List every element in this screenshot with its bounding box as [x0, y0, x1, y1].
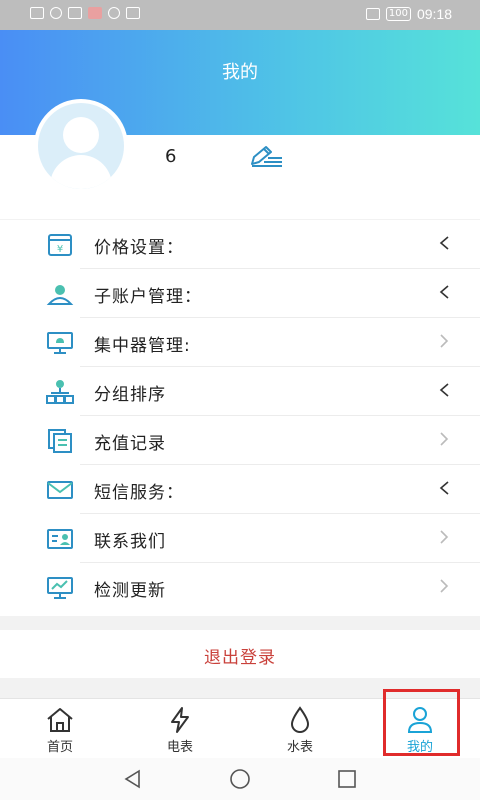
menu-item-contact[interactable]: 联系我们 — [0, 514, 480, 563]
group-icon — [46, 380, 74, 404]
recents-icon[interactable] — [336, 768, 358, 790]
menu-item-concentrator[interactable]: 集中器管理: — [0, 318, 480, 367]
status-icons-left — [30, 7, 140, 19]
logout-label: 退出登录 — [204, 648, 276, 668]
menu-item-group-sort[interactable]: 分组排序 — [0, 367, 480, 416]
settings-menu: ¥ 价格设置： 子账户管理： 集中器管理: 分组排序 充值记录 短信服务： 联系… — [0, 220, 480, 616]
message-icon — [126, 7, 140, 19]
username: 6 — [165, 146, 177, 167]
home-icon — [47, 708, 73, 732]
menu-item-price[interactable]: ¥ 价格设置： — [0, 220, 480, 269]
chevron-left-icon[interactable] — [438, 380, 450, 400]
contact-icon — [47, 529, 73, 549]
tab-label: 电表 — [166, 740, 193, 755]
notification-icon — [30, 7, 44, 19]
menu-label: 子账户管理： — [94, 287, 202, 307]
chevron-left-icon[interactable] — [438, 233, 450, 253]
recharge-icon — [48, 429, 72, 453]
subaccount-icon — [46, 285, 74, 305]
tab-label: 水表 — [286, 740, 313, 755]
logout-button[interactable]: 退出登录 — [0, 630, 480, 678]
menu-label: 短信服务： — [94, 483, 184, 503]
menu-label: 集中器管理: — [94, 336, 191, 356]
app-icon — [88, 7, 102, 19]
status-time: 09:18 — [416, 6, 452, 22]
avatar[interactable] — [34, 99, 128, 193]
tab-water-meter[interactable]: 水表 — [260, 699, 340, 757]
home-button-icon[interactable] — [229, 768, 251, 790]
usb-icon — [68, 7, 82, 19]
status-bar: 100 09:18 — [0, 0, 480, 30]
chevron-left-icon[interactable] — [438, 282, 450, 302]
navigation-bar — [0, 758, 480, 800]
chevron-right-icon[interactable] — [438, 527, 450, 547]
vibrate-icon — [365, 8, 380, 20]
edit-icon[interactable] — [248, 144, 284, 168]
price-icon: ¥ — [48, 234, 72, 256]
menu-item-subaccount[interactable]: 子账户管理： — [0, 269, 480, 318]
avatar-body — [50, 155, 112, 189]
chevron-right-icon[interactable] — [438, 331, 450, 351]
water-drop-icon — [290, 706, 310, 733]
chevron-right-icon[interactable] — [438, 576, 450, 596]
back-icon[interactable] — [122, 768, 144, 790]
menu-label: 检测更新 — [94, 581, 166, 601]
sms-icon — [47, 481, 73, 499]
update-icon — [47, 577, 73, 599]
menu-label: 分组排序 — [94, 385, 166, 405]
wechat-icon — [108, 7, 120, 19]
menu-label: 充值记录 — [94, 434, 166, 454]
menu-label: 价格设置： — [94, 238, 184, 258]
chevron-left-icon[interactable] — [438, 478, 450, 498]
wifi-icon — [50, 7, 62, 19]
concentrator-icon — [47, 332, 73, 354]
page-title: 我的 — [222, 62, 258, 83]
battery-icon: 100 — [385, 7, 411, 21]
svg-text:¥: ¥ — [57, 244, 63, 255]
avatar-head — [63, 117, 99, 153]
tab-label: 首页 — [46, 740, 73, 755]
chevron-right-icon[interactable] — [438, 429, 450, 449]
menu-label: 联系我们 — [94, 532, 166, 552]
lightning-icon — [171, 707, 189, 733]
tab-electric-meter[interactable]: 电表 — [140, 699, 220, 757]
highlight-box — [383, 689, 460, 756]
menu-item-update[interactable]: 检测更新 — [0, 563, 480, 612]
menu-item-recharge[interactable]: 充值记录 — [0, 416, 480, 465]
menu-item-sms[interactable]: 短信服务： — [0, 465, 480, 514]
status-icons-right: 100 09:18 — [365, 6, 452, 22]
tab-home[interactable]: 首页 — [20, 699, 100, 757]
